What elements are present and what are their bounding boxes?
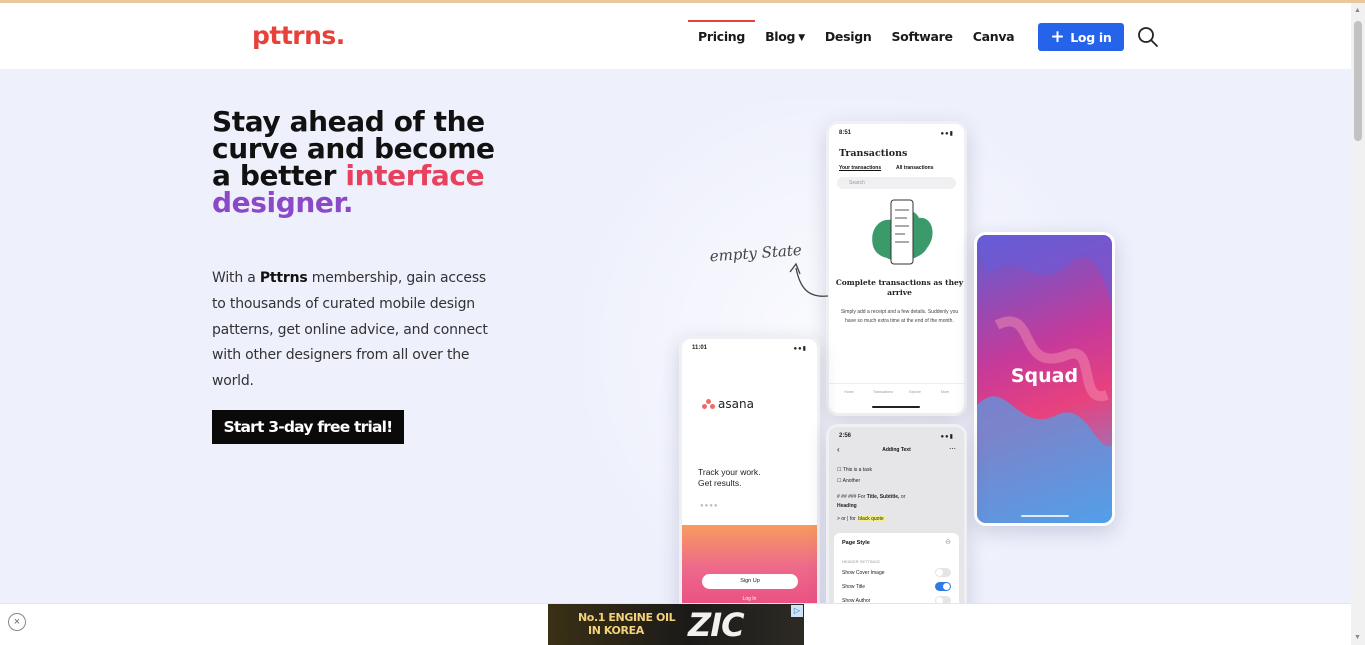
status-icons: ●●▮ bbox=[793, 346, 807, 352]
plus-icon: + bbox=[1050, 26, 1065, 47]
start-trial-button[interactable]: Start 3-day free trial! bbox=[212, 410, 404, 444]
pagination-dots: ●●●● bbox=[700, 503, 719, 509]
toggle-title bbox=[935, 582, 951, 591]
ad-close-icon[interactable]: × bbox=[8, 613, 26, 631]
nav-design[interactable]: Design bbox=[815, 20, 882, 54]
hero-description: With a Pttrns membership, gain access to… bbox=[212, 270, 488, 390]
phone-asana: 11:01 ●●▮ asana Track your work. Get resu… bbox=[679, 336, 820, 626]
ad-info-icon[interactable]: ▷ bbox=[791, 605, 803, 617]
scrollbar-thumb[interactable] bbox=[1354, 21, 1362, 141]
asana-dots-icon bbox=[702, 399, 715, 409]
home-indicator bbox=[1021, 515, 1069, 517]
nav-software[interactable]: Software bbox=[881, 20, 962, 54]
close-icon: ⊖ bbox=[945, 539, 951, 546]
login-button[interactable]: + Log in bbox=[1038, 23, 1124, 51]
home-indicator bbox=[872, 406, 920, 408]
nav-blog[interactable]: Blog ▼ bbox=[755, 20, 815, 54]
receipt-illustration bbox=[872, 199, 933, 265]
phone-squad: Squad bbox=[974, 232, 1115, 526]
nav-canva[interactable]: Canva bbox=[963, 20, 1025, 54]
phone-signup-button: Sign Up bbox=[702, 574, 798, 589]
hero-title: Stay ahead of the curve and become a bet… bbox=[212, 105, 495, 219]
site-header: pttrns. Pricing Blog ▼ Design Software Ca… bbox=[0, 3, 1351, 69]
nav-pricing[interactable]: Pricing bbox=[688, 20, 756, 54]
ad-bar: × No.1 ENGINE OIL IN KOREA ZIC ▷ bbox=[0, 603, 1351, 645]
status-icons: ●●▮ bbox=[940, 131, 954, 137]
ad-banner[interactable]: No.1 ENGINE OIL IN KOREA ZIC ▷ bbox=[548, 604, 804, 645]
phone-tabbar: Home Transactions Explore More bbox=[829, 383, 964, 413]
main-nav: Pricing Blog ▼ Design Software Canva + Lo… bbox=[688, 20, 1160, 54]
phone-search: Search bbox=[837, 177, 956, 189]
scroll-up-icon[interactable]: ▲ bbox=[1354, 7, 1361, 14]
logo[interactable]: pttrns. bbox=[252, 21, 345, 50]
more-icon: ⋯ bbox=[949, 446, 956, 453]
chevron-down-icon: ▼ bbox=[798, 33, 805, 43]
toggle-cover bbox=[935, 568, 951, 577]
status-icons: ●●▮ bbox=[940, 434, 954, 440]
asana-logo: asana bbox=[702, 397, 754, 411]
empty-state-annotation: empty State bbox=[709, 241, 829, 297]
scrollbar[interactable]: ▲ ▼ bbox=[1351, 3, 1365, 645]
search-icon[interactable] bbox=[1136, 25, 1160, 49]
scroll-down-icon[interactable]: ▼ bbox=[1354, 634, 1361, 641]
svg-text:empty State: empty State bbox=[709, 241, 802, 265]
